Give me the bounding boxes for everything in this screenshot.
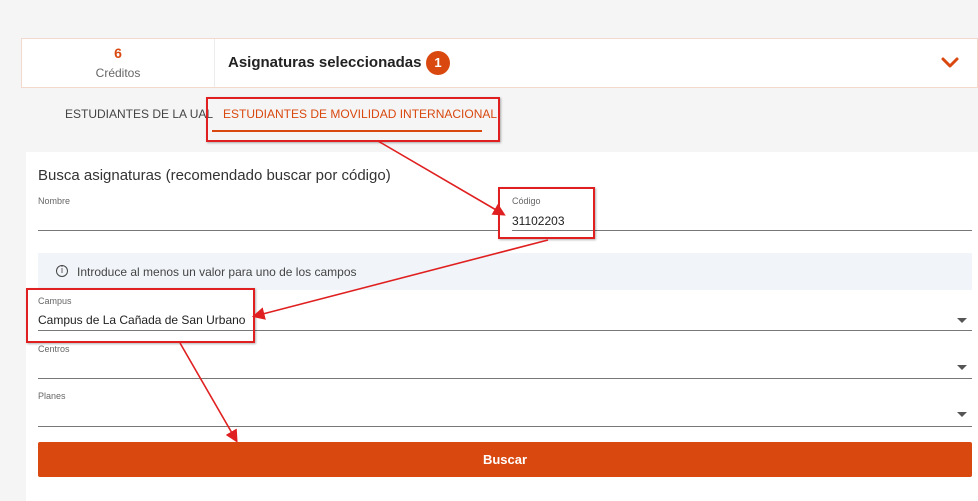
annotation-arrows — [179, 140, 549, 443]
